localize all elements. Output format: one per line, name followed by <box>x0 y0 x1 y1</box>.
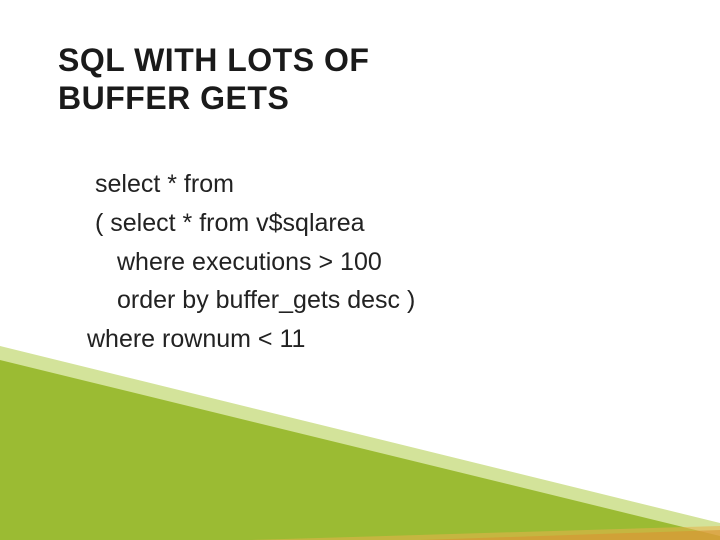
code-line: ( select * from v$sqlarea <box>95 204 415 243</box>
code-line: where rownum < 11 <box>87 320 415 359</box>
decorative-wedge <box>0 340 720 540</box>
slide: SQL WITH LOTS OF BUFFER GETS select * fr… <box>0 0 720 540</box>
title-line-2: BUFFER GETS <box>58 80 369 118</box>
code-line: order by buffer_gets desc ) <box>117 281 415 320</box>
sql-code-block: select * from ( select * from v$sqlarea … <box>95 165 415 359</box>
title-line-1: SQL WITH LOTS OF <box>58 42 369 80</box>
slide-title: SQL WITH LOTS OF BUFFER GETS <box>58 42 369 118</box>
code-line: where executions > 100 <box>117 243 415 282</box>
code-line: select * from <box>95 165 415 204</box>
